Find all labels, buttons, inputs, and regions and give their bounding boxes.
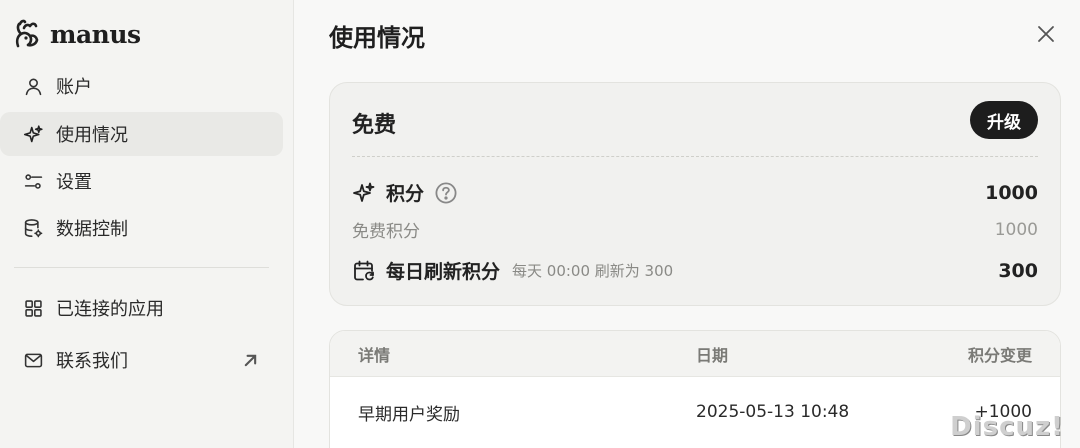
column-header-credit-change: 积分变更 — [967, 345, 1032, 365]
plan-name: 免费 — [352, 113, 397, 138]
free-credits-label: 免费积分 — [352, 222, 420, 242]
sliders-icon — [22, 170, 44, 192]
sidebar-item-account[interactable]: 账户 — [0, 64, 283, 108]
credits-row: 积分 1000 — [352, 179, 1038, 206]
table-header: 详情 日期 积分变更 — [330, 331, 1060, 377]
upgrade-button[interactable]: 升级 — [970, 101, 1038, 139]
sidebar-item-contact-us[interactable]: 联系我们 — [0, 338, 283, 382]
credits-label: 积分 — [386, 183, 425, 205]
free-credits-value: 1000 — [994, 219, 1038, 240]
daily-credits-note: 每天 00:00 刷新为 300 — [512, 262, 674, 280]
page-title: 使用情况 — [329, 24, 425, 52]
help-icon[interactable] — [434, 181, 458, 205]
database-gear-icon — [22, 217, 44, 239]
sidebar-item-settings[interactable]: 设置 — [0, 159, 283, 203]
calendar-refresh-icon — [354, 260, 374, 280]
mail-icon — [22, 349, 44, 371]
credits-value: 1000 — [985, 181, 1038, 204]
column-header-date: 日期 — [696, 345, 729, 365]
cell-date: 2025-05-13 10:48 — [696, 402, 850, 422]
sidebar-item-label: 联系我们 — [56, 351, 128, 372]
grid-icon — [22, 297, 44, 319]
sidebar-item-label: 设置 — [56, 172, 92, 193]
sidebar-divider — [14, 267, 269, 268]
sparkle-icon — [22, 123, 44, 145]
daily-credits-label: 每日刷新积分 — [386, 261, 501, 283]
sidebar-item-data-controls[interactable]: 数据控制 — [0, 206, 283, 250]
sidebar-item-usage[interactable]: 使用情况 — [0, 112, 283, 156]
app-name: manus — [50, 19, 141, 49]
manus-logo-icon — [15, 19, 39, 48]
main-panel: 使用情况 免费 升级 积分 1000 免费积分 1000 每日刷新积分 每天 0… — [295, 0, 1080, 448]
plan-divider — [352, 156, 1038, 157]
plan-card: 免费 升级 积分 1000 免费积分 1000 每日刷新积分 每天 00:00 … — [329, 82, 1061, 306]
close-icon[interactable] — [1034, 22, 1058, 46]
sidebar-item-label: 数据控制 — [56, 219, 128, 240]
user-icon — [22, 75, 44, 97]
column-header-details: 详情 — [358, 345, 391, 365]
cell-details: 早期用户奖励 — [358, 404, 460, 425]
external-link-icon — [244, 354, 257, 367]
daily-credits-value: 300 — [998, 259, 1038, 282]
watermark: Discuz! — [950, 412, 1064, 442]
sidebar-item-connected-apps[interactable]: 已连接的应用 — [0, 286, 283, 330]
sidebar-item-label: 使用情况 — [56, 125, 128, 146]
logo[interactable]: manus — [12, 16, 141, 52]
free-credits-row: 免费积分 1000 — [352, 217, 1038, 243]
sidebar: manus 账户 使用情况 设置 数据控制 已连接的应用 联系我们 — [0, 0, 294, 448]
sparkle-icon — [353, 182, 375, 202]
sidebar-item-label: 账户 — [56, 77, 92, 98]
daily-credits-row: 每日刷新积分 每天 00:00 刷新为 300 300 — [352, 257, 1038, 284]
sidebar-item-label: 已连接的应用 — [56, 299, 164, 320]
